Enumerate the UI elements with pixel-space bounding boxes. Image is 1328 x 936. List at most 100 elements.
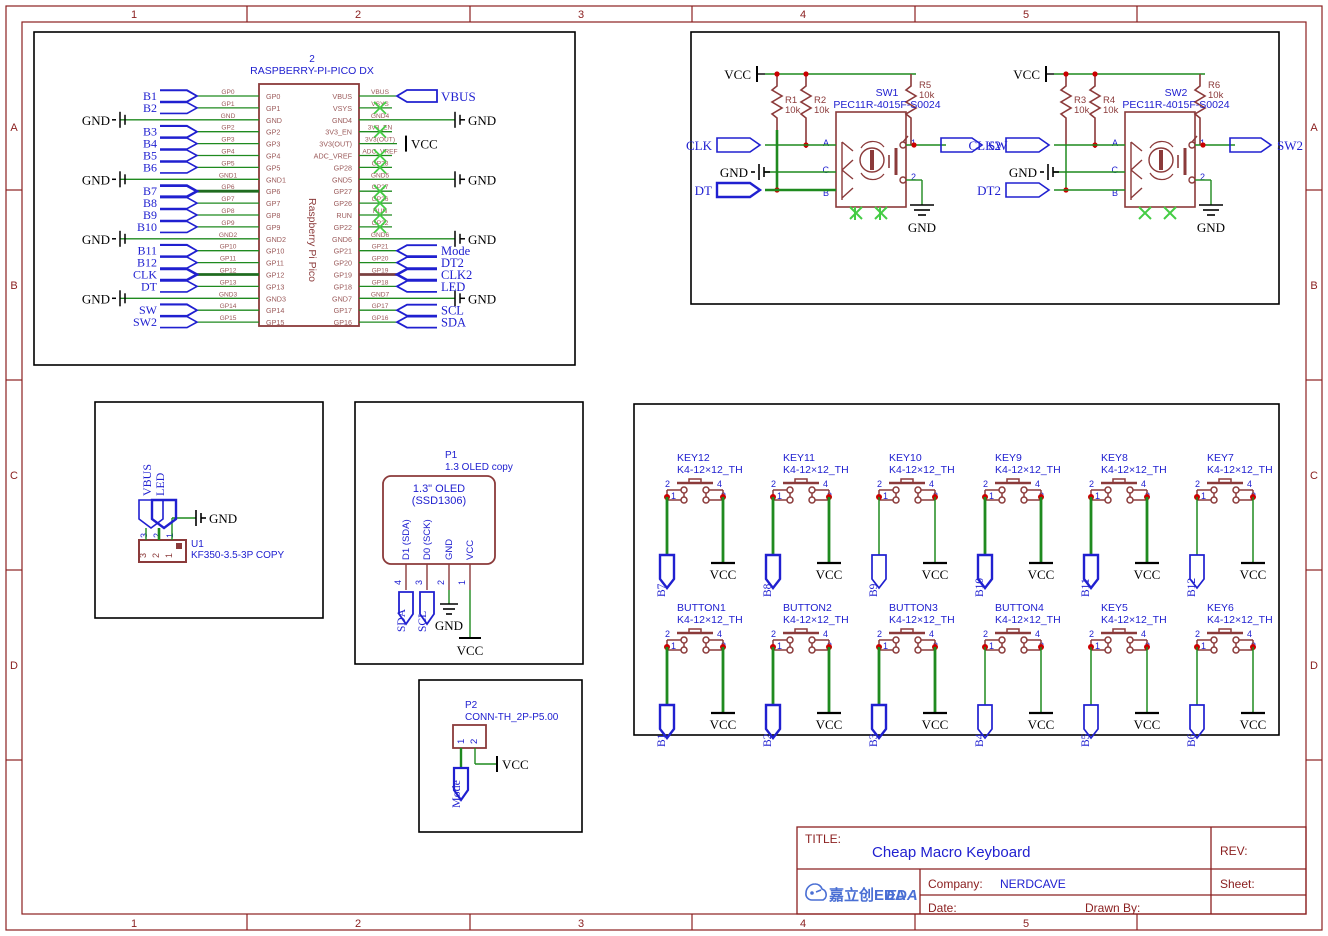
key-net-label: B6 xyxy=(1186,733,1198,747)
junction xyxy=(911,142,916,147)
mcu-gnd-label: GND xyxy=(82,113,110,128)
mcu-part-name: RASPBERRY-PI-PICO DX xyxy=(250,65,374,77)
mcu-net-label: B6 xyxy=(143,160,157,174)
sw2-gnd2-label: GND xyxy=(1197,220,1225,235)
key-pin-4: 4 xyxy=(1247,479,1252,489)
key-vcc-label: VCC xyxy=(922,717,949,732)
mcu-pin-name: GP17 xyxy=(334,306,352,315)
p1-pinnum-1: 1 xyxy=(457,580,467,585)
mcu-pin-name: VSYS xyxy=(333,104,352,113)
mcu-pin-name: RUN xyxy=(336,211,352,220)
mcu-pin-name: GP10 xyxy=(266,247,284,256)
mcu-net-label: DT xyxy=(141,279,158,293)
key-vcc-label: VCC xyxy=(1240,717,1267,732)
mcu-net-name: GP20 xyxy=(372,256,389,263)
key-vcc-label: VCC xyxy=(922,567,949,582)
key-ref: KEY10 xyxy=(889,452,922,464)
u1-vbus-label: VBUS xyxy=(140,464,154,496)
p1-pinname-sck: D0 (SCK) xyxy=(422,519,433,560)
mcu-net-name: GP21 xyxy=(372,244,389,251)
p1-vcc-label: VCC xyxy=(457,643,484,658)
schematic-sheet: 1 2 3 4 5 1 2 3 4 5 A B C D A B C D 2 RA… xyxy=(0,0,1328,936)
mcu-pin-name: GP26 xyxy=(334,199,352,208)
mcu-pin-name: 3V3_EN xyxy=(325,128,352,137)
key-footprint: K4-12×12_TH xyxy=(677,464,743,476)
key-net-label: B3 xyxy=(868,733,880,747)
mcu-gnd-label: GND xyxy=(468,113,496,128)
mcu-pin-name: GP14 xyxy=(266,306,284,315)
mcu-pin-name: GND2 xyxy=(266,235,286,244)
key-net-label: B10 xyxy=(974,578,986,597)
mcu-pin-name: GP8 xyxy=(266,211,280,220)
mcu-net-name: GND2 xyxy=(219,232,238,239)
mcu-pin-name: GP12 xyxy=(266,271,284,280)
sw1-gnd-label: GND xyxy=(720,165,748,180)
mcu-vbus-label: VBUS xyxy=(441,89,476,104)
key-pin-4: 4 xyxy=(1035,479,1040,489)
mcu-net-name: GP0 xyxy=(221,89,235,96)
mcu-pin-name: GP20 xyxy=(334,259,352,268)
mcu-net-name: GP13 xyxy=(220,279,237,286)
key-pin-2: 2 xyxy=(1195,629,1200,639)
mcu-pin-name: GP27 xyxy=(334,187,352,196)
mcu-pin-name: GP0 xyxy=(266,92,280,101)
mcu-net-label: B10 xyxy=(137,220,157,234)
key-ref: KEY5 xyxy=(1101,602,1128,614)
key-vcc-label: VCC xyxy=(710,567,737,582)
frame-row-c-right: C xyxy=(1310,470,1318,482)
date-label: Date: xyxy=(928,901,957,915)
key-ref: KEY9 xyxy=(995,452,1022,464)
sw2-part: PEC11R-4015F-S0024 xyxy=(1122,99,1229,111)
key-footprint: K4-12×12_TH xyxy=(677,614,743,626)
mcu-designator: 2 xyxy=(309,54,315,65)
frame-col-2-top: 2 xyxy=(355,9,361,21)
p1-gnd-label: GND xyxy=(435,618,463,633)
mcu-net-name: GP7 xyxy=(221,196,235,203)
p1-pinname-sda: D1 (SDA) xyxy=(401,519,412,560)
mcu-net-name: GP15 xyxy=(220,315,237,322)
p2-part: CONN-TH_2P-P5.00 xyxy=(465,712,559,723)
r1-value: 10k xyxy=(785,105,801,116)
r3-value: 10k xyxy=(1074,105,1090,116)
mcu-net-name: GP11 xyxy=(220,256,237,263)
key-ref: KEY7 xyxy=(1207,452,1234,464)
sw2-gnd-label: GND xyxy=(1009,165,1037,180)
p1-part: 1.3 OLED copy xyxy=(445,462,513,473)
mcu-pin-name: GP4 xyxy=(266,152,280,161)
p2-vcc-label: VCC xyxy=(502,757,529,772)
p1-pinnum-2: 2 xyxy=(436,580,446,585)
p1-body-line2: (SSD1306) xyxy=(412,495,466,507)
sw2-vcc-label: VCC xyxy=(1013,67,1040,82)
frame-col-2-bottom: 2 xyxy=(355,918,361,930)
mcu-gnd-label: GND xyxy=(82,172,110,187)
key-net-label: B5 xyxy=(1080,733,1092,747)
mcu-pin-name: GP16 xyxy=(334,318,352,327)
key-pin-2: 2 xyxy=(983,479,988,489)
mcu-pin-name: GP9 xyxy=(266,223,280,232)
mcu-net-name: GP4 xyxy=(221,149,235,156)
frame-col-3-bottom: 3 xyxy=(578,918,584,930)
key-footprint: K4-12×12_TH xyxy=(889,464,955,476)
key-ref: BUTTON1 xyxy=(677,602,726,614)
mcu-net-name: GP17 xyxy=(372,303,389,310)
key-pin-2: 2 xyxy=(983,629,988,639)
key-footprint: K4-12×12_TH xyxy=(783,464,849,476)
key-pin-2: 2 xyxy=(1089,629,1094,639)
mcu-net-label: SW2 xyxy=(133,315,157,329)
key-ref: KEY11 xyxy=(783,452,815,464)
key-ref: BUTTON2 xyxy=(783,602,832,614)
key-pin-2: 2 xyxy=(771,479,776,489)
mcu-pin-name: GP6 xyxy=(266,187,280,196)
mcu-pin-name: GND3 xyxy=(266,294,286,303)
key-vcc-label: VCC xyxy=(1240,567,1267,582)
key-pin-2: 2 xyxy=(1089,479,1094,489)
frame-col-3-top: 3 xyxy=(578,9,584,21)
mcu-pin-name: GND5 xyxy=(332,175,352,184)
sw2-clk2-label: CLK2 xyxy=(969,138,1002,153)
p1-scl-label: SCL xyxy=(417,611,429,632)
sw1-designator: SW1 xyxy=(876,87,899,99)
mcu-net-name: GND5 xyxy=(371,172,390,179)
frame-row-d-left: D xyxy=(10,660,18,672)
junction xyxy=(1092,71,1097,76)
p1-designator: P1 xyxy=(445,450,458,461)
